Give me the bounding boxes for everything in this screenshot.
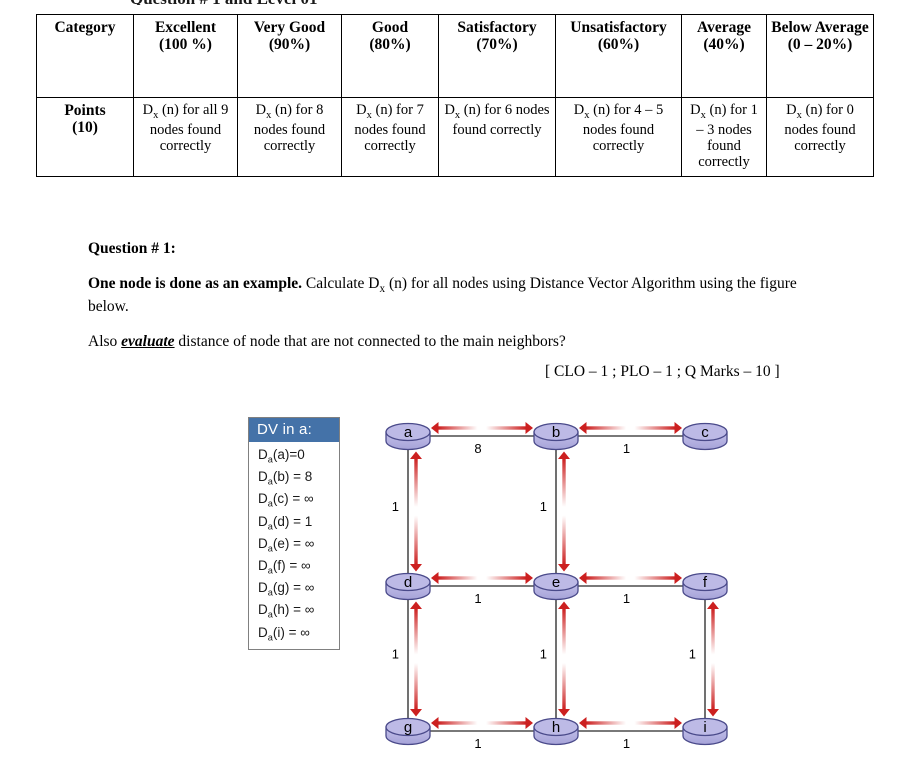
rubric-cell-excellent: Dx (n) for all 9 nodes found correctly [134,98,238,177]
graph-arrow-a-d [410,452,422,572]
question-bold-lead: One node is done as an example. [88,275,302,292]
graph-arrow-h-i [579,717,682,729]
rubric-header-category: Category [37,15,134,98]
dv-entry: Da(g) = ∞ [249,578,339,600]
graph-node-e[interactable]: e [534,574,578,600]
rubric-cell-good: Dx (n) for 7 nodes found correctly [342,98,439,177]
rubric-header-satisfactory-pct: (70%) [476,36,517,53]
graph-edge-weight-a-d: 1 [392,499,399,514]
graph-arrow-a-b [431,422,533,434]
graph-edge-weight-b-c: 1 [623,441,630,456]
graph-arrow-d-g [410,602,422,717]
graph-node-label-g: g [404,719,412,736]
question-sub-emphasis: evaluate [121,333,174,350]
rubric-header-very-good-label: Very Good [254,19,325,36]
clipped-header-fragment: Question # 1 and Level 01 [130,0,550,5]
question-subprompt: Also evaluate distance of node that are … [88,332,828,351]
rubric-header-average-label: Average [697,19,751,36]
rubric-header-good-label: Good [372,19,408,36]
graph-node-i[interactable]: i [683,719,727,745]
graph-arrow-f-i [707,602,719,717]
graph-arrow-e-f [579,572,682,584]
graph-arrow-b-c [579,422,682,434]
graph-arrow-b-e [558,452,570,572]
dv-entry: Da(a)=0 [249,445,339,467]
rubric-header-excellent: Excellent (100 %) [134,15,238,98]
rubric-cell-points: Points (10) [37,98,134,177]
rubric-header-very-good-pct: (90%) [269,36,310,53]
graph-node-b[interactable]: b [534,424,578,450]
graph-node-c[interactable]: c [683,424,727,450]
graph-edge-weight-d-e: 1 [474,591,481,606]
rubric-cell-satisfactory: Dx (n) for 6 nodes found correctly [439,98,556,177]
graph-edge-weight-h-i: 1 [623,736,630,751]
rubric-header-below-average-label: Below Average [771,19,868,36]
network-graph: 8 1 1 1 1 1 1 1 1 1 1 a b c d e f g h i [375,405,735,755]
rubric-cell-very-good: Dx (n) for 8 nodes found correctly [238,98,342,177]
graph-edge-weight-e-h: 1 [540,647,547,662]
dv-entry: Da(e) = ∞ [249,534,339,556]
question-block: Question # 1: One node is done as an exa… [88,240,828,352]
rubric-table: Category Excellent (100 %) Very Good (90… [36,14,874,177]
rubric-points-row: Points (10) Dx (n) for all 9 nodes found… [37,98,874,177]
rubric-cell-average: Dx (n) for 1 – 3 nodes found correctly [682,98,767,177]
dv-entry: Da(i) = ∞ [249,623,339,645]
graph-node-label-a: a [404,424,413,441]
dv-entry: Da(h) = ∞ [249,600,339,622]
graph-node-d[interactable]: d [386,574,430,600]
graph-node-g[interactable]: g [386,719,430,745]
rubric-header-category-label: Category [54,19,115,36]
graph-node-f[interactable]: f [683,574,727,600]
rubric-header-satisfactory-label: Satisfactory [457,19,536,36]
network-graph-svg: 8 1 1 1 1 1 1 1 1 1 1 a b c d e f g h i [375,405,735,755]
dv-entry: Da(c) = ∞ [249,489,339,511]
rubric-header-row: Category Excellent (100 %) Very Good (90… [37,15,874,98]
graph-node-label-d: d [404,574,412,591]
rubric-header-excellent-label: Excellent [155,19,216,36]
graph-node-h[interactable]: h [534,719,578,745]
graph-edge-weight-g-h: 1 [474,736,481,751]
graph-edge-weight-d-g: 1 [392,647,399,662]
dv-table-header: DV in a: [249,418,339,442]
rubric-header-unsatisfactory-pct: (60%) [598,36,639,53]
graph-edge-weight-b-e: 1 [540,499,547,514]
rubric-header-excellent-pct: (100 %) [159,36,212,53]
dv-entry-list: Da(a)=0 Da(b) = 8 Da(c) = ∞ Da(d) = 1 Da… [249,442,339,649]
dv-entry: Da(b) = 8 [249,467,339,489]
rubric-header-good-pct: (80%) [369,36,410,53]
graph-arrow-e-h [558,602,570,717]
graph-node-label-h: h [552,719,560,736]
graph-arrow-d-e [431,572,533,584]
dv-table-box: DV in a: Da(a)=0 Da(b) = 8 Da(c) = ∞ Da(… [248,417,340,650]
graph-edge-weight-a-b: 8 [474,441,481,456]
rubric-points-value: (10) [72,119,98,136]
rubric-cell-unsatisfactory: Dx (n) for 4 – 5 nodes found correctly [556,98,682,177]
rubric-header-below-average: Below Average (0 – 20%) [767,15,874,98]
rubric-header-satisfactory: Satisfactory (70%) [439,15,556,98]
rubric-header-very-good: Very Good (90%) [238,15,342,98]
graph-node-label-e: e [552,574,560,591]
graph-node-label-b: b [552,424,560,441]
graph-node-label-c: c [701,424,709,441]
question-title: Question # 1: [88,240,828,258]
rubric-header-average-pct: (40%) [703,36,744,53]
rubric-header-average: Average (40%) [682,15,767,98]
dv-entry: Da(d) = 1 [249,512,339,534]
rubric-cell-below-average: Dx (n) for 0 nodes found correctly [767,98,874,177]
question-sub-post: distance of node that are not connected … [175,333,566,350]
rubric-header-below-average-pct: (0 – 20%) [788,36,853,53]
question-body: One node is done as an example. Calculat… [88,274,828,316]
rubric-points-label: Points [64,102,105,119]
rubric-header-good: Good (80%) [342,15,439,98]
graph-arrow-g-h [431,717,533,729]
dv-entry: Da(f) = ∞ [249,556,339,578]
graph-node-a[interactable]: a [386,424,430,450]
rubric-header-unsatisfactory-label: Unsatisfactory [570,19,666,36]
graph-edge-weight-f-i: 1 [689,647,696,662]
graph-edge-weight-e-f: 1 [623,591,630,606]
question-sub-pre: Also [88,333,121,350]
graph-node-label-i: i [703,719,706,736]
rubric-header-unsatisfactory: Unsatisfactory (60%) [556,15,682,98]
clo-plo-marks: [ CLO – 1 ; PLO – 1 ; Q Marks – 10 ] [545,363,780,381]
